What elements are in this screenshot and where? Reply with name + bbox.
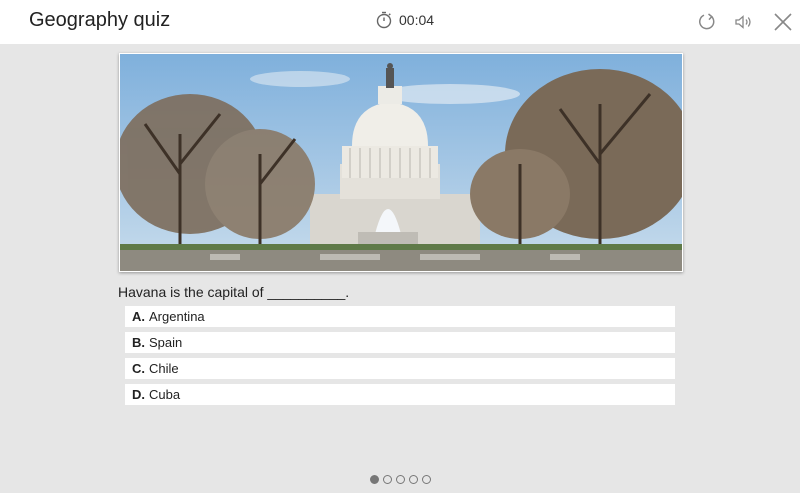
close-button[interactable] — [772, 11, 794, 33]
timer: 00:04 — [375, 11, 434, 29]
capitol-building-photo — [119, 53, 683, 272]
answer-letter: C. — [132, 361, 145, 376]
answer-letter: A. — [132, 309, 145, 324]
answer-option-d[interactable]: D. Cuba — [125, 384, 675, 405]
page-dot-1[interactable] — [370, 475, 379, 484]
stopwatch-icon — [375, 11, 393, 29]
top-bar: Geography quiz 00:04 — [0, 0, 800, 44]
quiz-title: Geography quiz — [29, 9, 171, 31]
answer-text: Cuba — [149, 387, 181, 402]
answer-text: Spain — [149, 335, 183, 350]
speaker-icon — [733, 11, 755, 33]
timer-value: 00:04 — [399, 12, 435, 28]
answer-option-b[interactable]: B. Spain — [125, 332, 675, 353]
answer-list: A. Argentina B. Spain C. Chile D. Cuba — [125, 306, 675, 410]
answer-text: Chile — [149, 361, 179, 376]
page-dot-4[interactable] — [409, 475, 418, 484]
answer-text: Argentina — [149, 309, 205, 324]
pagination-dots — [370, 475, 435, 484]
page-dot-5[interactable] — [422, 475, 431, 484]
answer-letter: D. — [132, 387, 145, 402]
restart-icon — [696, 11, 718, 33]
question-text: Havana is the capital of __________. — [118, 284, 350, 300]
close-icon — [772, 11, 794, 33]
sound-button[interactable] — [733, 11, 755, 33]
answer-option-a[interactable]: A. Argentina — [125, 306, 675, 327]
restart-button[interactable] — [696, 11, 718, 33]
answer-option-c[interactable]: C. Chile — [125, 358, 675, 379]
page-dot-2[interactable] — [383, 475, 392, 484]
answer-letter: B. — [132, 335, 145, 350]
page-dot-3[interactable] — [396, 475, 405, 484]
